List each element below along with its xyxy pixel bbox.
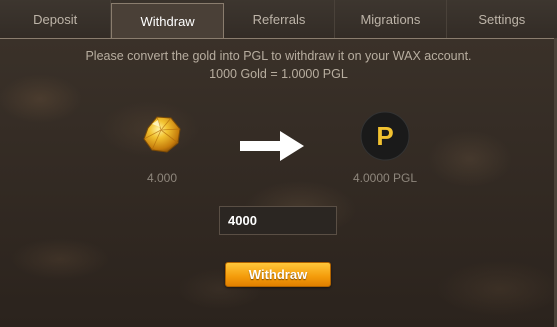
tab-deposit[interactable]: Deposit (0, 0, 112, 38)
arrow-right-icon (240, 131, 304, 161)
svg-text:P: P (376, 121, 393, 151)
withdraw-amount-input[interactable] (219, 206, 337, 235)
tab-settings[interactable]: Settings (446, 0, 557, 38)
tab-withdraw[interactable]: Withdraw (111, 3, 224, 38)
conversion-rate: 1000 Gold = 1.0000 PGL (209, 67, 348, 81)
pgl-amount: 4.0000 PGL (352, 171, 418, 185)
withdraw-panel: Please convert the gold into PGL to with… (0, 38, 557, 327)
pgl-token-icon: P (360, 111, 410, 161)
withdraw-button[interactable]: Withdraw (225, 262, 331, 287)
tab-migrations[interactable]: Migrations (335, 0, 447, 38)
gold-amount: 4.000 (146, 171, 178, 185)
gold-nugget-icon (143, 116, 181, 153)
withdraw-instruction: Please convert the gold into PGL to with… (85, 49, 472, 63)
tab-bar: Deposit Withdraw Referrals Migrations Se… (0, 0, 557, 38)
tab-referrals[interactable]: Referrals (223, 0, 336, 38)
